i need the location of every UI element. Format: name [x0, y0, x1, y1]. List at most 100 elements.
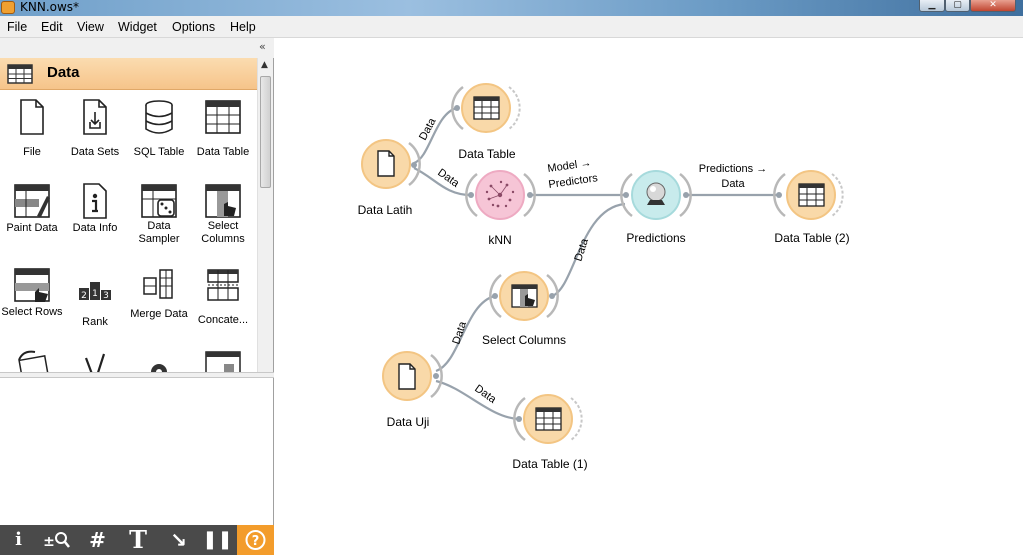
node-data-uji[interactable]: Data Uji	[382, 351, 443, 429]
category-label: Data	[47, 64, 80, 81]
widget-label: Select Columns	[201, 220, 245, 245]
node-label-data-table-1: Data Table (1)	[512, 457, 587, 471]
grid-button[interactable]: #	[79, 525, 116, 555]
link-select-predictions[interactable]	[551, 202, 626, 298]
data-table-icon	[798, 183, 825, 207]
menu-edit[interactable]: Edit	[41, 20, 63, 34]
menu-options[interactable]: Options	[172, 20, 215, 34]
data-table-icon	[205, 100, 241, 134]
pause-button[interactable]: ❚❚	[199, 525, 236, 555]
widget-data-table[interactable]: Data Table	[191, 98, 255, 159]
zoom-button[interactable]: ±	[38, 525, 75, 555]
zoom-icon: ±	[43, 532, 70, 550]
widget-paint-data[interactable]: Paint Data	[0, 182, 64, 235]
widget-label: Data Sets	[70, 146, 120, 158]
link-label-pred-table-1: Predictions →	[699, 163, 767, 175]
widget-label: Concate...	[197, 314, 249, 326]
node-select-columns[interactable]: Select Columns	[482, 271, 566, 347]
help-glyph: ?	[252, 534, 260, 549]
svg-text:1: 1	[92, 289, 98, 299]
rank-icon: 2 1 3	[79, 282, 111, 301]
select-columns-icon	[511, 284, 538, 308]
widget-sql-table[interactable]: SQL Table	[127, 98, 191, 159]
data-sets-icon	[83, 99, 107, 135]
minimize-button[interactable]: ▁	[919, 0, 945, 12]
window-title: KNN.ows*	[20, 0, 80, 14]
select-rows-icon	[14, 268, 50, 302]
menu-view[interactable]: View	[77, 20, 104, 34]
crystal-ball-icon	[646, 182, 666, 205]
data-info-icon	[83, 183, 107, 219]
file-icon	[377, 150, 395, 177]
widget-description-pane	[0, 378, 273, 526]
canvas-toolbar: i ± # T ↘ ❚❚ ?	[0, 525, 274, 555]
select-columns-icon	[205, 184, 241, 218]
menu-help[interactable]: Help	[230, 20, 256, 34]
svg-text:±: ±	[43, 534, 55, 550]
scroll-thumb[interactable]	[260, 76, 271, 188]
help-icon: ?	[245, 530, 266, 550]
title-bar: KNN.ows* ▁ ▢ ✕	[0, 0, 1023, 16]
link-label-knn-pred-1: Model →	[547, 157, 592, 175]
widget-label: Data Table	[196, 146, 250, 158]
widget-data-sets[interactable]: Data Sets	[63, 98, 127, 159]
node-label-data-uji: Data Uji	[387, 415, 430, 429]
menu-bar: File Edit View Widget Options Help	[0, 16, 1023, 38]
scroll-up-icon[interactable]: ▲	[261, 60, 268, 70]
node-data-table-1[interactable]: Data Table (1)	[512, 394, 588, 471]
file-icon	[398, 363, 416, 390]
menu-file[interactable]: File	[7, 20, 27, 34]
widget-label: Merge Data	[130, 308, 188, 320]
widget-dock: « Data File Data Sets SQL Table Data Tab…	[0, 38, 274, 555]
widget-select-rows[interactable]: Select Rows	[0, 266, 64, 319]
widget-label: Paint Data	[6, 222, 58, 234]
sql-table-icon	[145, 100, 173, 134]
widget-label: Data Sampler	[138, 220, 180, 245]
node-data-table-2[interactable]: Data Table (2)	[773, 170, 850, 245]
widget-select-columns[interactable]: Select Columns	[191, 182, 255, 246]
widget-label: Data Info	[72, 222, 118, 234]
link-label-pred-table-2: Data	[721, 178, 745, 190]
node-knn[interactable]: kNN	[465, 170, 536, 247]
widget-concatenate[interactable]: Concate...	[191, 266, 255, 327]
node-data-table[interactable]: Data Table	[451, 83, 521, 161]
menu-widget[interactable]: Widget	[118, 20, 157, 34]
node-label-predictions: Predictions	[626, 231, 685, 245]
data-table-icon	[535, 407, 562, 431]
maximize-button[interactable]: ▢	[945, 0, 970, 12]
data-table-icon	[473, 96, 500, 120]
file-icon	[20, 99, 44, 135]
node-label-knn: kNN	[488, 233, 511, 247]
help-button[interactable]: ?	[237, 525, 274, 555]
link-label-knn-pred-2: Predictors	[548, 172, 599, 191]
close-button[interactable]: ✕	[970, 0, 1016, 12]
paint-data-icon	[14, 184, 50, 218]
link-label-latih-knn: Data	[435, 167, 462, 191]
widget-scrollbar[interactable]: ▲ ▼	[257, 58, 273, 408]
node-data-latih[interactable]: Data Latih	[358, 139, 421, 217]
workflow-canvas[interactable]: Data Data Model → Predictors Predictions…	[275, 38, 1023, 555]
node-predictions[interactable]: Predictions	[620, 170, 692, 245]
link-label-select-pred: Data	[572, 236, 591, 263]
widget-data-sampler[interactable]: Data Sampler	[127, 182, 191, 246]
arrow-annotation-button[interactable]: ↘	[160, 525, 197, 555]
text-annotation-button[interactable]: T	[118, 525, 158, 555]
collapse-dock-icon[interactable]: «	[259, 40, 266, 53]
widget-merge-data[interactable]: Merge Data	[127, 266, 191, 321]
widget-label: Select Rows	[1, 306, 63, 318]
widget-data-info[interactable]: Data Info	[63, 182, 127, 235]
node-label-data-table-2: Data Table (2)	[774, 231, 849, 245]
data-category-icon	[7, 64, 33, 84]
node-label-data-latih: Data Latih	[358, 203, 413, 217]
widget-file[interactable]: File	[0, 98, 64, 159]
category-header-data[interactable]: Data	[0, 58, 257, 90]
widget-rank[interactable]: 2 1 3 Rank	[63, 266, 127, 329]
widget-label: Rank	[82, 316, 108, 328]
node-label-select-columns: Select Columns	[482, 333, 566, 347]
svg-text:2: 2	[81, 291, 87, 301]
data-sampler-icon	[141, 184, 177, 218]
info-button[interactable]: i	[0, 525, 37, 555]
widget-label: SQL Table	[133, 146, 185, 158]
orange-app-icon	[1, 1, 15, 14]
concatenate-icon	[207, 269, 239, 301]
